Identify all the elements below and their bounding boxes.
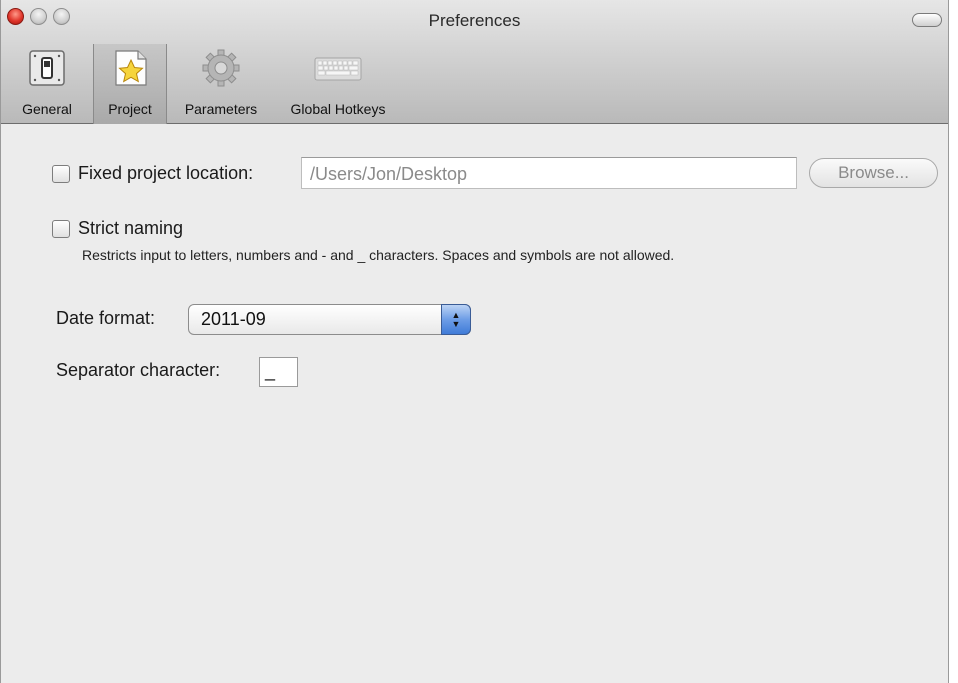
tab-global-hotkeys-label: Global Hotkeys bbox=[290, 101, 386, 117]
tab-general-label: General bbox=[22, 101, 72, 117]
separator-row: Separator character: bbox=[56, 360, 220, 381]
star-icon bbox=[115, 50, 147, 86]
window-title: Preferences bbox=[428, 11, 521, 30]
fixed-location-field[interactable]: /Users/Jon/Desktop bbox=[301, 157, 797, 189]
tab-project[interactable]: Project bbox=[93, 44, 167, 124]
browse-button[interactable]: Browse... bbox=[809, 158, 938, 188]
date-format-label: Date format: bbox=[56, 308, 156, 328]
strict-naming-help: Restricts input to letters, numbers and … bbox=[82, 247, 675, 263]
switch-icon bbox=[29, 50, 65, 86]
tab-general[interactable]: General bbox=[1, 44, 93, 124]
fixed-location-label: Fixed project location: bbox=[78, 163, 254, 183]
tab-parameters-label: Parameters bbox=[184, 101, 258, 117]
date-format-value: 2011-09 bbox=[201, 309, 266, 329]
select-arrows-icon: ▲ ▼ bbox=[441, 304, 471, 335]
fixed-location-row: Fixed project location: bbox=[52, 163, 253, 184]
title-bar: Preferences General Project Parameters G… bbox=[1, 0, 948, 124]
toolbar-toggle-button[interactable] bbox=[912, 13, 942, 27]
strict-naming-row: Strict naming bbox=[52, 218, 183, 239]
separator-label: Separator character: bbox=[56, 360, 221, 380]
date-format-select[interactable]: 2011-09 ▲ ▼ bbox=[188, 304, 471, 335]
strict-naming-checkbox[interactable] bbox=[52, 219, 70, 238]
toolbar: General Project Parameters Global Hotkey… bbox=[1, 44, 401, 124]
tab-global-hotkeys[interactable]: Global Hotkeys bbox=[275, 44, 401, 124]
fixed-location-checkbox[interactable] bbox=[52, 164, 70, 183]
tab-parameters[interactable]: Parameters bbox=[167, 44, 275, 124]
project-preferences-pane: Fixed project location: /Users/Jon/Deskt… bbox=[1, 124, 948, 683]
separator-field[interactable]: _ bbox=[259, 357, 298, 387]
tab-project-label: Project bbox=[108, 101, 152, 117]
strict-naming-label: Strict naming bbox=[78, 218, 184, 238]
keyboard-icon bbox=[314, 57, 362, 81]
gear-icon bbox=[202, 49, 240, 87]
preferences-window: Preferences General Project Parameters G… bbox=[0, 0, 949, 683]
date-format-row: Date format: bbox=[56, 308, 155, 329]
